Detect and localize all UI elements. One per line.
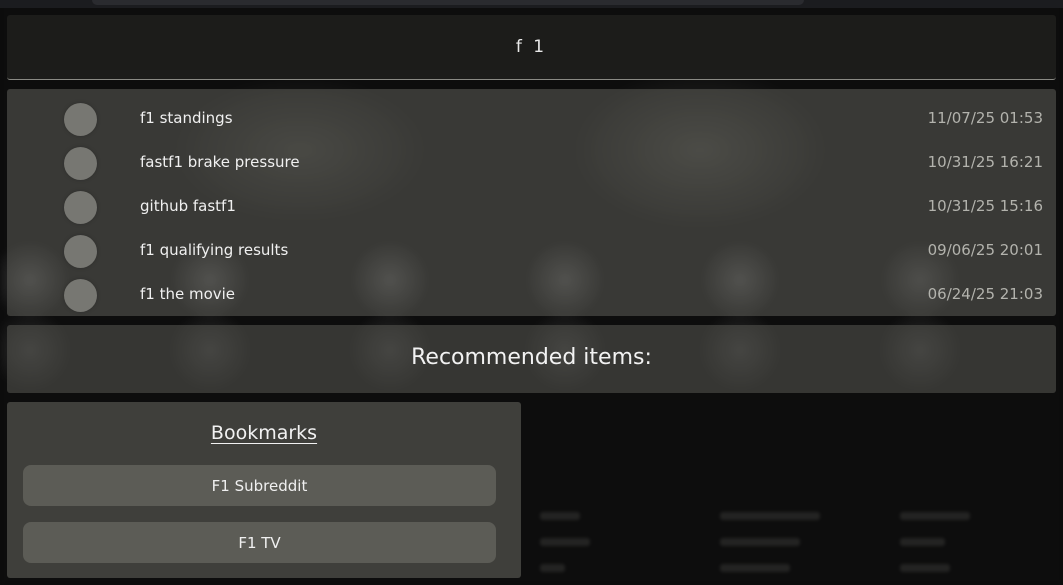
browser-top-bar: [0, 0, 1063, 8]
history-list: f1 standings 11/07/25 01:53 fastf1 brake…: [7, 89, 1056, 316]
history-item[interactable]: fastf1 brake pressure 10/31/25 16:21: [7, 137, 1056, 181]
history-item-label: f1 the movie: [140, 285, 236, 303]
bookmarks-title: Bookmarks: [210, 422, 318, 444]
bookmark-button-f1-tv[interactable]: F1 TV: [23, 522, 496, 563]
search-panel: [7, 15, 1056, 80]
history-item-label: f1 qualifying results: [140, 241, 289, 259]
history-item-time: 10/31/25 15:16: [927, 197, 1043, 215]
bookmarks-panel: Bookmarks F1 Subreddit F1 TV: [7, 402, 521, 578]
history-item[interactable]: f1 standings 11/07/25 01:53: [7, 93, 1056, 137]
history-item[interactable]: github fastf1 10/31/25 15:16: [7, 181, 1056, 225]
favicon-icon: [64, 279, 97, 312]
favicon-icon: [64, 103, 97, 136]
history-item-time: 09/06/25 20:01: [927, 241, 1043, 259]
recommended-panel: Recommended items:: [7, 325, 1056, 393]
search-input[interactable]: [7, 15, 1056, 79]
address-bar-edge: [92, 0, 804, 5]
blurred-background-table: [540, 508, 1020, 578]
history-item-time: 11/07/25 01:53: [927, 109, 1043, 127]
history-item-time: 10/31/25 16:21: [927, 153, 1043, 171]
favicon-icon: [64, 191, 97, 224]
favicon-icon: [64, 147, 97, 180]
history-item-label: github fastf1: [140, 197, 236, 215]
history-item-time: 06/24/25 21:03: [927, 285, 1043, 303]
history-item[interactable]: f1 the movie 06/24/25 21:03: [7, 269, 1056, 313]
bookmark-button-f1-subreddit[interactable]: F1 Subreddit: [23, 465, 496, 506]
favicon-icon: [64, 235, 97, 268]
history-item-label: fastf1 brake pressure: [140, 153, 300, 171]
recommended-title: Recommended items:: [411, 345, 652, 370]
history-item-label: f1 standings: [140, 109, 233, 127]
history-item[interactable]: f1 qualifying results 09/06/25 20:01: [7, 225, 1056, 269]
